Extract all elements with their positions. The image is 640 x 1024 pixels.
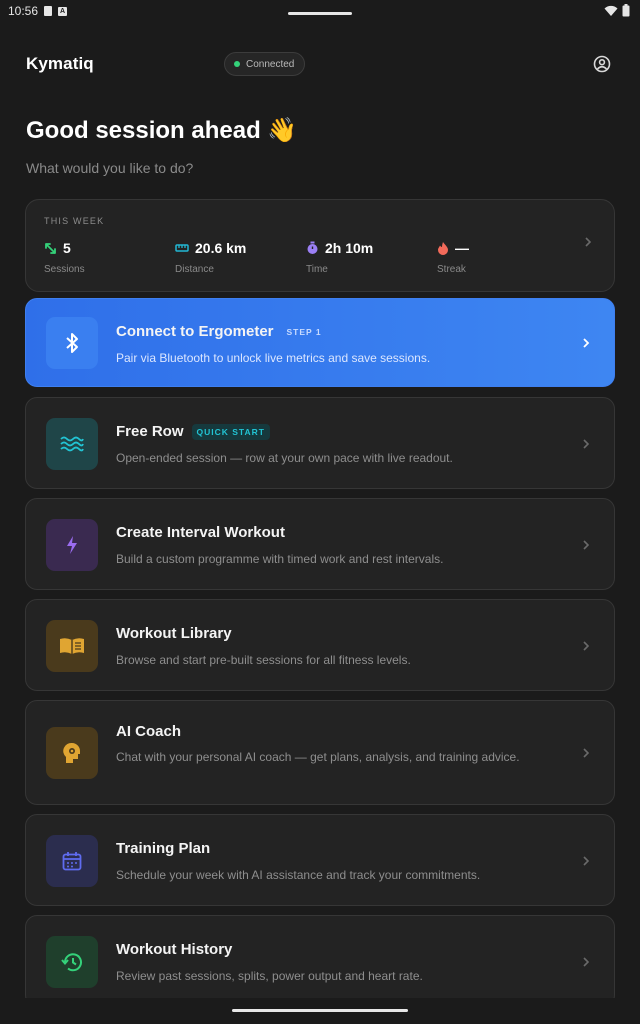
home-indicator[interactable] xyxy=(232,1009,408,1012)
waves-icon xyxy=(60,436,84,452)
card-title: Workout History xyxy=(116,941,233,958)
stat-distance: 20.6 km Distance xyxy=(175,240,246,275)
greeting-title: Good session ahead 👋 xyxy=(26,117,298,144)
book-icon xyxy=(60,638,84,654)
chevron-right-icon xyxy=(583,957,590,967)
stat-value: 5 xyxy=(63,240,71,256)
workout-history-card[interactable]: Workout History Review past sessions, sp… xyxy=(25,915,615,1007)
create-interval-workout-card[interactable]: Create Interval Workout Build a custom p… xyxy=(25,498,615,590)
step-badge: STEP 1 xyxy=(286,326,322,337)
free-row-card[interactable]: Free Row QUICK START Open-ended session … xyxy=(25,397,615,489)
stat-streak: — Streak xyxy=(437,240,469,275)
workout-library-card[interactable]: Workout Library Browse and start pre-bui… xyxy=(25,599,615,691)
profile-button[interactable] xyxy=(590,52,614,76)
status-time: 10:56 xyxy=(8,4,39,18)
card-description: Schedule your week with AI assistance an… xyxy=(116,868,481,882)
connection-dot xyxy=(234,61,240,67)
user-circle-icon xyxy=(593,55,611,73)
lightning-tile xyxy=(46,519,98,571)
a-app-icon: A xyxy=(58,6,68,16)
week-label: THIS WEEK xyxy=(44,216,105,226)
top-handle xyxy=(288,12,352,15)
history-tile xyxy=(46,936,98,988)
card-description: Pair via Bluetooth to unlock live metric… xyxy=(116,351,431,365)
stat-caption: Streak xyxy=(437,264,466,275)
stat-caption: Time xyxy=(306,264,328,275)
card-description: Chat with your personal AI coach — get p… xyxy=(116,750,520,764)
chevron-right-icon xyxy=(583,439,590,449)
quick-start-badge: QUICK START xyxy=(191,423,270,440)
bluetooth-tile xyxy=(46,317,98,369)
greeting-subtitle: What would you like to do? xyxy=(26,160,194,176)
stat-value: 20.6 km xyxy=(195,240,247,256)
brand-name: Kymatiq xyxy=(26,54,94,73)
stat-sessions: 5 Sessions xyxy=(44,240,85,275)
ai-coach-card[interactable]: AI Coach Chat with your personal AI coac… xyxy=(25,700,615,805)
weekly-summary-card[interactable]: THIS WEEK 5 Sessions 20.6 km Distance 2h… xyxy=(25,199,615,292)
status-bar: 10:56 A xyxy=(0,0,640,22)
chevron-right-icon xyxy=(585,237,592,247)
coach-head-icon xyxy=(63,742,80,763)
card-description: Browse and start pre-built sessions for … xyxy=(116,653,411,667)
chevron-right-icon xyxy=(583,641,590,651)
lightning-icon xyxy=(67,536,77,554)
card-description: Review past sessions, splits, power outp… xyxy=(116,969,423,983)
card-title: Training Plan xyxy=(116,840,211,857)
book-tile xyxy=(46,620,98,672)
chevron-right-icon xyxy=(583,338,590,348)
calendar-tile xyxy=(46,835,98,887)
coach-tile xyxy=(46,727,98,779)
card-description: Open-ended session — row at your own pac… xyxy=(116,451,453,465)
card-title: AI Coach xyxy=(116,723,182,740)
stat-value: — xyxy=(455,240,469,256)
connect-ergometer-card[interactable]: Connect to Ergometer STEP 1 Pair via Blu… xyxy=(25,298,615,387)
waves-tile xyxy=(46,418,98,470)
connection-label: Connected xyxy=(246,58,295,70)
card-title: Workout Library xyxy=(116,625,232,642)
history-icon xyxy=(61,953,82,972)
chevron-right-icon xyxy=(583,856,590,866)
bluetooth-icon xyxy=(66,333,78,353)
ruler-icon xyxy=(175,244,189,252)
connection-status-badge: Connected xyxy=(224,52,306,76)
sd-card-icon xyxy=(44,6,53,16)
app-header: Kymatiq Connected xyxy=(26,50,614,78)
stat-value: 2h 10m xyxy=(325,240,374,256)
chevron-right-icon xyxy=(583,540,590,550)
chevron-right-icon xyxy=(583,748,590,758)
stat-time: 2h 10m Time xyxy=(306,240,373,275)
training-plan-card[interactable]: Training Plan Schedule your week with AI… xyxy=(25,814,615,906)
card-description: Build a custom programme with timed work… xyxy=(116,552,444,566)
flame-icon xyxy=(438,242,448,255)
stat-caption: Sessions xyxy=(44,264,85,275)
arrows-diagonal-icon xyxy=(45,242,56,254)
stopwatch-icon xyxy=(307,241,318,254)
card-title: Create Interval Workout xyxy=(116,524,285,541)
calendar-icon xyxy=(62,852,82,871)
stat-caption: Distance xyxy=(175,264,214,275)
wifi-icon xyxy=(604,5,618,16)
battery-icon xyxy=(622,4,630,17)
card-title: Connect to Ergometer xyxy=(116,323,274,340)
card-title: Free Row xyxy=(116,423,184,440)
